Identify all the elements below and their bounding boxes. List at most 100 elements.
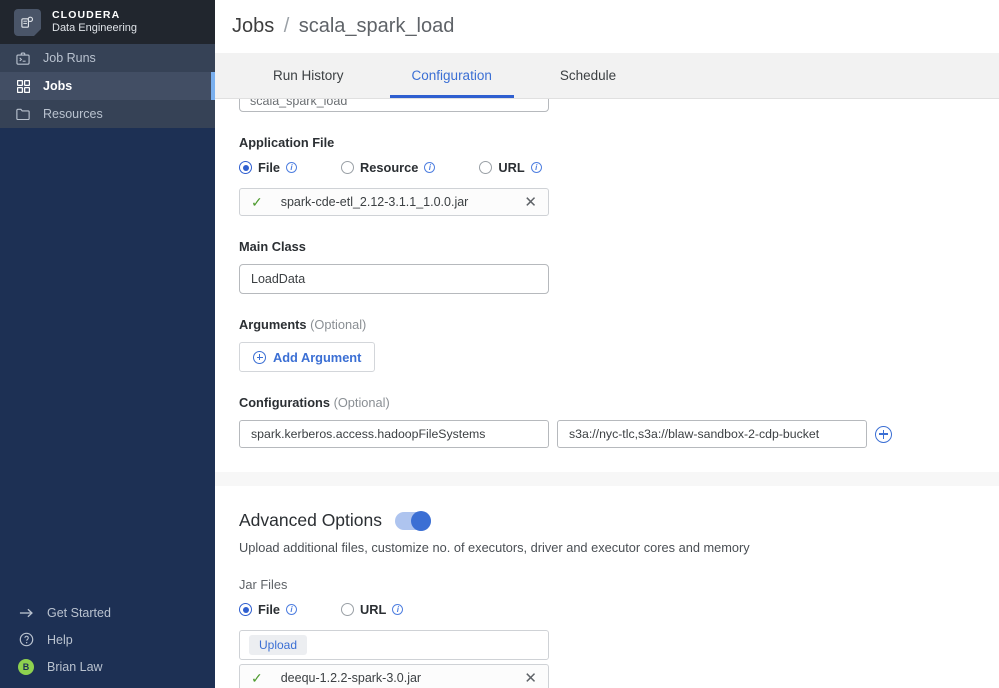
breadcrumb-root[interactable]: Jobs: [232, 15, 274, 37]
jar-radio-option-url[interactable]: URL i: [341, 602, 404, 617]
plus-circle-icon: [253, 350, 266, 364]
configurations-label: Configurations (Optional): [239, 395, 975, 410]
radio-label: Resource: [360, 160, 419, 175]
folder-icon: [16, 107, 30, 121]
brand-header: CLOUDERA Data Engineering: [0, 0, 215, 44]
sidebar-item-jobs[interactable]: Jobs: [0, 72, 215, 100]
grid-squares-icon: [16, 79, 30, 93]
job-name-value: scala_spark_load: [250, 99, 348, 108]
tab-label: Schedule: [559, 68, 617, 83]
page-title: scala_spark_load: [298, 15, 455, 37]
breadcrumb-separator: /: [283, 15, 290, 37]
jar-files-label: Jar Files: [239, 577, 288, 592]
tab-label: Run History: [273, 68, 344, 83]
arguments-label: Arguments (Optional): [239, 317, 975, 332]
sidebar-nav: Job Runs Jobs Resources: [0, 44, 215, 128]
arguments-label-text: Arguments: [239, 317, 307, 332]
sidebar-item-label: Resources: [43, 107, 103, 121]
remove-file-icon[interactable]: ✕: [524, 669, 537, 687]
basic-config-card: scala_spark_load Application File File i…: [215, 99, 999, 472]
radio-option-url[interactable]: URL i: [479, 160, 542, 175]
config-scroll-area[interactable]: scala_spark_load Application File File i…: [215, 99, 999, 688]
configuration-key-value: spark.kerberos.access.hadoopFileSystems: [251, 427, 486, 441]
info-icon[interactable]: i: [286, 604, 298, 615]
info-icon[interactable]: i: [286, 162, 298, 173]
main-class-value: LoadData: [251, 272, 306, 286]
tab-run-history[interactable]: Run History: [239, 53, 378, 98]
jar-files-radio-group: File i URL i: [239, 602, 975, 617]
radio-button[interactable]: [479, 161, 493, 174]
breadcrumb: Jobs / scala_spark_load: [232, 15, 454, 38]
job-name-input[interactable]: scala_spark_load: [239, 99, 549, 112]
brand-subtitle: Data Engineering: [52, 22, 138, 35]
sidebar-item-resources[interactable]: Resources: [0, 100, 215, 128]
card-divider: [215, 472, 999, 486]
radio-label: URL: [360, 602, 387, 617]
sidebar-footer-label: Help: [47, 632, 73, 647]
tab-schedule[interactable]: Schedule: [526, 53, 650, 98]
tab-configuration[interactable]: Configuration: [378, 53, 526, 98]
sidebar: CLOUDERA Data Engineering Job Runs Jobs …: [0, 0, 215, 688]
configuration-key-input[interactable]: spark.kerberos.access.hadoopFileSystems: [239, 420, 549, 448]
configurations-label-text: Configurations: [239, 395, 330, 410]
file-name-label: deequ-1.2.2-spark-3.0.jar: [280, 671, 422, 685]
remove-file-icon[interactable]: ✕: [524, 193, 537, 211]
radio-button[interactable]: [341, 603, 355, 616]
toggle-knob: [411, 510, 432, 531]
info-icon[interactable]: i: [530, 162, 542, 173]
brand-text: CLOUDERA Data Engineering: [52, 9, 137, 35]
configurations-optional-text: (Optional): [333, 395, 390, 410]
main-class-input[interactable]: LoadData: [239, 264, 549, 294]
user-name-label: Brian Law: [47, 659, 103, 674]
sidebar-item-user[interactable]: B Brian Law: [0, 653, 215, 680]
upload-button[interactable]: Upload: [249, 635, 308, 655]
sidebar-item-help[interactable]: Help: [0, 626, 215, 653]
application-file-row: ✓ spark-cde-etl_2.12-3.1.1_1.0.0.jar ✕: [239, 188, 549, 216]
sidebar-footer: Get Started Help B Brian Law: [0, 599, 215, 688]
configuration-row: spark.kerberos.access.hadoopFileSystems …: [239, 420, 975, 448]
radio-option-file[interactable]: File i: [239, 160, 298, 175]
sidebar-footer-label: Get Started: [47, 605, 111, 620]
advanced-options-header: Advanced Options: [239, 486, 975, 531]
tab-label: Configuration: [411, 68, 492, 83]
jar-radio-option-file[interactable]: File i: [239, 602, 298, 617]
add-configuration-icon[interactable]: [875, 425, 892, 443]
jar-upload-box[interactable]: Upload: [239, 630, 549, 660]
application-file-radio-group: File i Resource i URL i: [239, 160, 975, 175]
configuration-value-value: s3a://nyc-tlc,s3a://blaw-sandbox-2-cdp-b…: [569, 427, 820, 441]
info-icon[interactable]: i: [424, 162, 436, 173]
radio-option-resource[interactable]: Resource i: [341, 160, 436, 175]
radio-button[interactable]: [239, 603, 252, 616]
avatar: B: [18, 658, 34, 675]
brand-name: CLOUDERA: [52, 9, 121, 22]
application-file-label: Application File: [239, 135, 335, 150]
radio-label: File: [258, 602, 281, 617]
radio-button[interactable]: [341, 161, 355, 174]
check-icon: ✓: [251, 669, 263, 686]
main-content: Jobs / scala_spark_load Run History Conf…: [215, 0, 999, 688]
radio-label: URL: [498, 160, 525, 175]
arguments-optional-text: (Optional): [310, 317, 367, 332]
advanced-options-title: Advanced Options: [239, 510, 383, 530]
info-icon[interactable]: i: [392, 604, 404, 615]
sidebar-item-job-runs[interactable]: Job Runs: [0, 44, 215, 72]
file-name-label: spark-cde-etl_2.12-3.1.1_1.0.0.jar: [280, 195, 469, 209]
sidebar-item-get-started[interactable]: Get Started: [0, 599, 215, 626]
radio-button[interactable]: [239, 161, 252, 174]
main-class-label: Main Class: [239, 239, 306, 254]
advanced-options-toggle[interactable]: [395, 510, 432, 531]
tab-bar: Run History Configuration Schedule: [215, 53, 999, 99]
configuration-value-input[interactable]: s3a://nyc-tlc,s3a://blaw-sandbox-2-cdp-b…: [557, 420, 867, 448]
top-bar: Jobs / scala_spark_load: [215, 0, 999, 53]
add-argument-button[interactable]: Add Argument: [239, 342, 376, 372]
advanced-options-description: Upload additional files, customize no. o…: [239, 540, 750, 555]
sidebar-item-label: Job Runs: [43, 51, 96, 65]
advanced-options-card: Advanced Options Upload additional files…: [215, 486, 999, 688]
sidebar-item-label: Jobs: [43, 79, 73, 93]
question-circle-icon: [18, 632, 34, 648]
radio-label: File: [258, 160, 281, 175]
add-argument-label: Add Argument: [273, 349, 362, 365]
terminal-briefcase-icon: [16, 51, 30, 65]
check-icon: ✓: [251, 193, 263, 210]
